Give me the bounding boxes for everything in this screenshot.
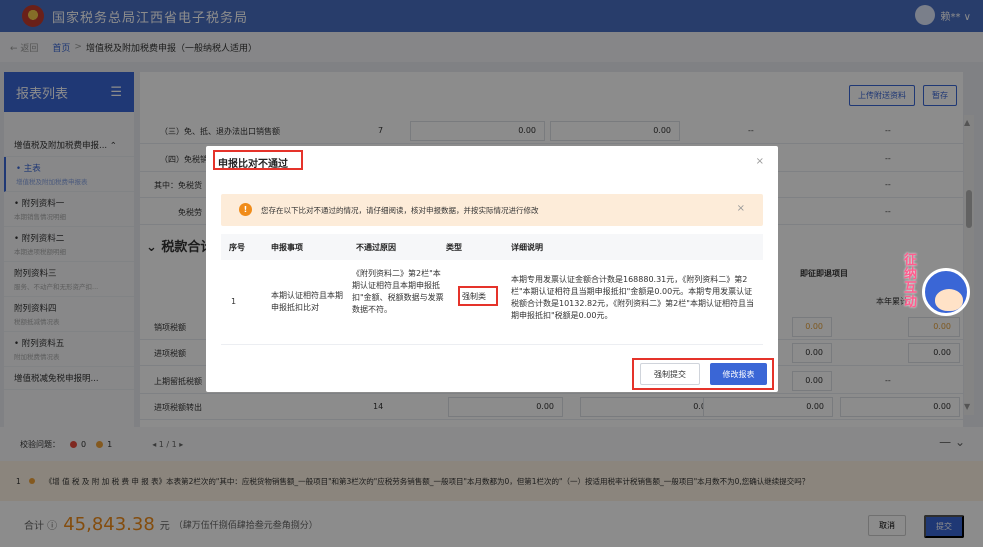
row-item: 本期认证相符且本期申报抵扣比对: [271, 291, 343, 312]
dialog-title: 申报比对不通过: [218, 159, 288, 170]
column-header: 序号: [229, 243, 245, 252]
alert-close-icon[interactable]: ×: [737, 203, 745, 214]
column-header: 申报事项: [271, 243, 303, 252]
column-header: 类型: [446, 243, 462, 252]
column-header: 详细说明: [511, 243, 543, 252]
row-type: 强制类: [462, 292, 486, 301]
table-header: 序号 申报事项 不通过原因 类型 详细说明: [221, 234, 763, 260]
close-icon[interactable]: ×: [756, 156, 764, 167]
table-row: 1 本期认证相符且本期申报抵扣比对 《附列资料二》第2栏"本期认证相符且本期申报…: [221, 260, 763, 345]
row-detail: 本期专用发票认证金额合计数是168880.31元，《附列资料二》第2栏"本期认证…: [511, 275, 754, 320]
mascot-text-line: 互: [904, 281, 918, 296]
force-submit-button[interactable]: 强制提交: [640, 363, 700, 385]
mascot-widget[interactable]: 征 纳 互 动: [898, 250, 982, 334]
mascot-text: 征 纳 互 动: [904, 254, 917, 310]
mascot-text-line: 纳: [904, 267, 918, 282]
column-header: 不通过原因: [356, 243, 396, 252]
comparison-failed-dialog: 申报比对不通过 × ! 您存在以下比对不通过的情况，请仔细阅读，核对申报数据，并…: [206, 146, 778, 392]
mascot-text-line: 动: [904, 295, 918, 310]
row-index: 1: [231, 297, 237, 306]
warning-alert: ! 您存在以下比对不通过的情况，请仔细阅读，核对申报数据，并按实际情况进行修改 …: [221, 194, 763, 226]
modify-report-button[interactable]: 修改报表: [710, 363, 767, 385]
mascot-icon: [922, 268, 970, 316]
mascot-badge: 征: [904, 253, 918, 268]
alert-text: 您存在以下比对不通过的情况，请仔细阅读，核对申报数据，并按实际情况进行修改: [261, 206, 539, 215]
warning-icon: !: [239, 203, 252, 216]
row-reason: 《附列资料二》第2栏"本期认证相符且本期申报抵扣"金额、税额数据与发票数据不符。: [352, 269, 444, 314]
